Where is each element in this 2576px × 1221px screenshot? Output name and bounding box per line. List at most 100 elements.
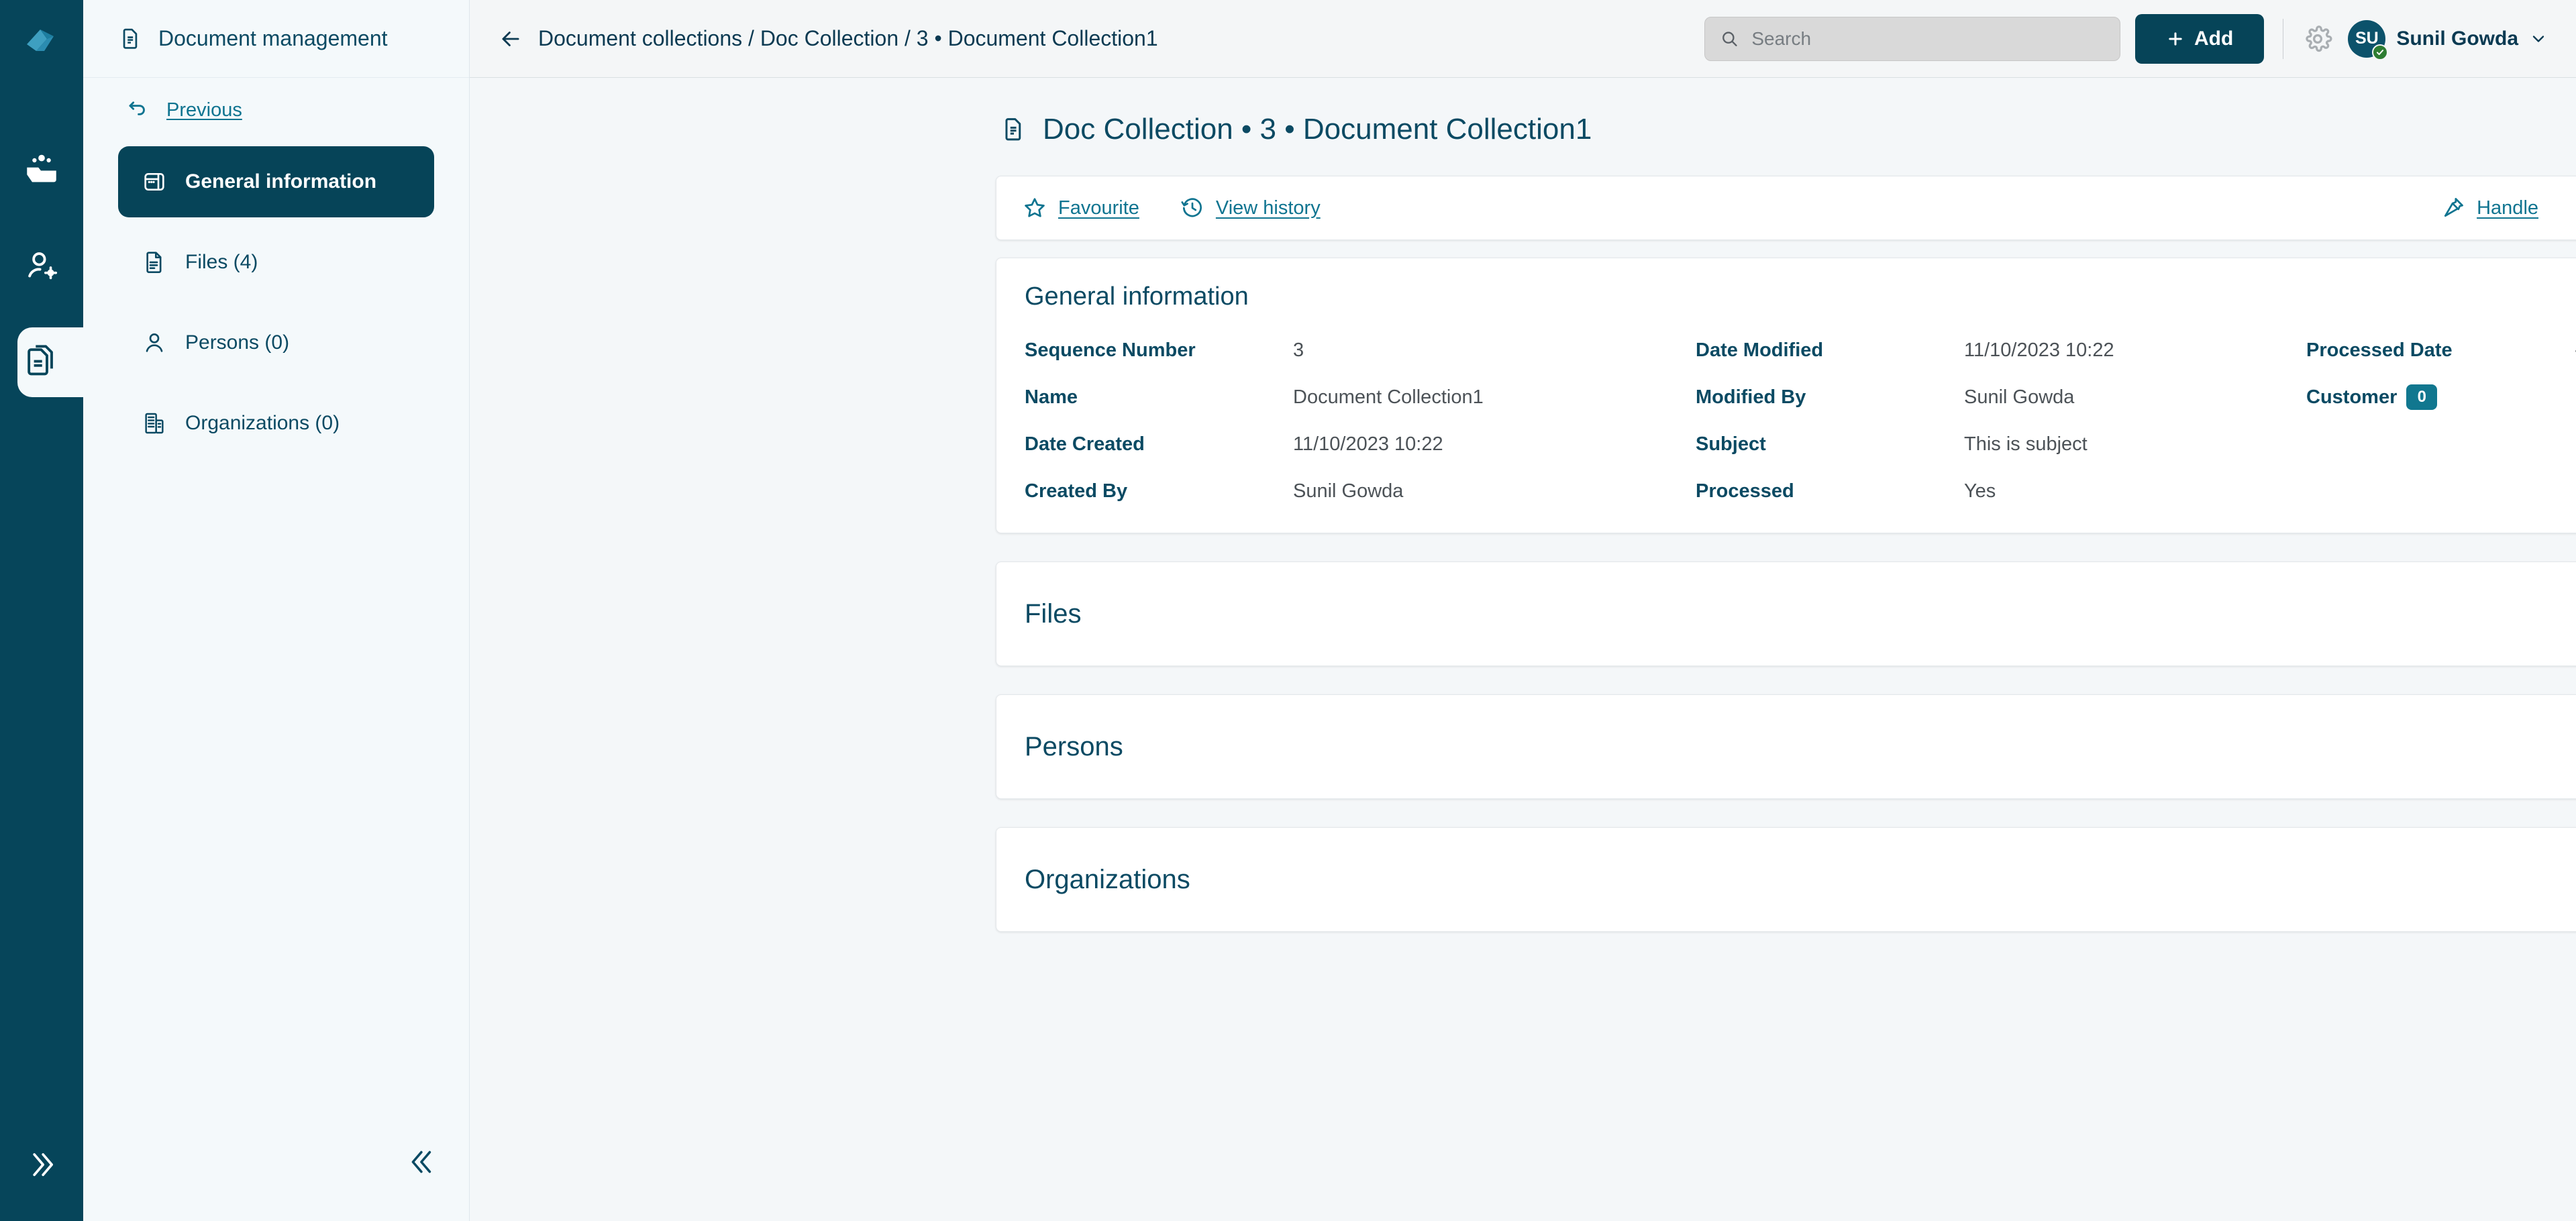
- info-row: Date Modified 11/10/2023 10:22: [1696, 335, 2306, 365]
- handle-button[interactable]: Handle: [2440, 195, 2538, 221]
- back-arrow-icon: [129, 101, 145, 115]
- sidebar-nav-list: General information Files (4) Persons (0…: [83, 142, 469, 459]
- general-info-icon: [144, 173, 164, 191]
- app-root: Document management Previous General inf…: [0, 0, 2576, 1221]
- sidebar-header: Document management: [83, 0, 469, 78]
- info-column-2: Date Modified 11/10/2023 10:22 Modified …: [1696, 335, 2306, 506]
- rail-item-list: [0, 134, 97, 397]
- general-information-header: General information Edit: [1025, 282, 2576, 311]
- sidebar-item-label: General information: [185, 170, 377, 193]
- favourite-label: Favourite: [1058, 197, 1139, 219]
- people-folder-icon: [27, 154, 56, 182]
- add-button[interactable]: Add: [2135, 13, 2265, 64]
- add-button-label: Add: [2194, 27, 2234, 50]
- customer-count-badge: 0: [2406, 384, 2438, 410]
- online-status-icon: [2372, 44, 2389, 60]
- general-information-body: Sequence Number 3 Name Document Collecti…: [1025, 335, 2576, 506]
- user-name: Sunil Gowda: [2396, 27, 2518, 50]
- person-icon: [146, 333, 163, 352]
- content-area: Doc Collection • 3 • Document Collection…: [470, 78, 2576, 1221]
- info-label: Subject: [1696, 433, 1766, 455]
- files-section[interactable]: Files Add file 4: [996, 562, 2576, 666]
- breadcrumb-text: Document collections / Doc Collection / …: [538, 26, 1158, 50]
- avatar: SU: [2348, 19, 2389, 60]
- page-title-row: Doc Collection • 3 • Document Collection…: [470, 78, 2576, 146]
- sidebar-header-title: Document management: [158, 26, 388, 50]
- info-label: Customer: [2306, 386, 2398, 408]
- handle-label: Handle: [2477, 197, 2539, 219]
- cloud-logo-icon: [27, 30, 54, 51]
- rail-item-user-settings[interactable]: [0, 231, 83, 301]
- info-row: Subject This is subject: [1696, 429, 2306, 459]
- sidebar-item-label: Files (4): [185, 251, 258, 273]
- persons-section-title: Persons: [1025, 731, 1123, 761]
- info-value: 11/10/2023 10:22: [1964, 339, 2114, 361]
- info-column-3: Processed Date - Customer 0: [2306, 335, 2576, 506]
- user-menu[interactable]: SU Sunil Gowda: [2348, 19, 2548, 60]
- info-label: Modified By: [1696, 386, 1806, 408]
- general-information-card: General information Edit Sequence Number…: [996, 258, 2576, 533]
- app-logo[interactable]: [0, 0, 83, 81]
- settings-button[interactable]: [2302, 23, 2333, 54]
- star-icon: [1025, 198, 1045, 217]
- chevrons-right-icon: [33, 1153, 54, 1177]
- view-history-button[interactable]: View history: [1180, 195, 1321, 221]
- sidebar-item-label: Organizations (0): [185, 412, 340, 434]
- sidebar-item-organizations[interactable]: Organizations (0): [118, 388, 434, 459]
- sidebar-collapse-button[interactable]: [406, 1145, 440, 1182]
- info-value: Sunil Gowda: [1964, 386, 2075, 408]
- sidebar-item-files[interactable]: Files (4): [118, 227, 434, 298]
- search-icon: [1722, 31, 1737, 46]
- view-history-label: View history: [1215, 197, 1321, 219]
- info-row: Processed Date -: [2306, 335, 2576, 365]
- info-value: This is subject: [1964, 433, 2088, 455]
- rail-expand-button[interactable]: [0, 1147, 83, 1182]
- document-icon: [1005, 118, 1021, 141]
- info-row: Sequence Number 3: [1025, 335, 1696, 365]
- info-value: Sunil Gowda: [1293, 480, 1404, 502]
- info-value: 3: [1293, 339, 1304, 361]
- sidebar-item-label: Persons (0): [185, 331, 290, 354]
- rail-item-groups[interactable]: [0, 134, 83, 204]
- persons-section[interactable]: Persons Add persons 0: [996, 694, 2576, 799]
- breadcrumb[interactable]: Document collections / Doc Collection / …: [498, 26, 1158, 52]
- info-label: Processed Date: [2306, 339, 2453, 361]
- organization-icon: [145, 413, 164, 434]
- document-icon: [123, 28, 138, 49]
- main-area: Document collections / Doc Collection / …: [470, 0, 2576, 1221]
- plus-icon: [2169, 32, 2182, 46]
- rail-item-documents[interactable]: [0, 327, 97, 397]
- sidebar-item-persons[interactable]: Persons (0): [118, 307, 434, 378]
- info-value: Yes: [1964, 480, 1996, 502]
- info-label: Name: [1025, 386, 1078, 408]
- sidebar: Document management Previous General inf…: [83, 0, 470, 1221]
- favourite-button[interactable]: Favourite: [1022, 195, 1139, 221]
- info-row: Modified By Sunil Gowda: [1696, 382, 2306, 412]
- sidebar-previous-label: Previous: [166, 99, 242, 121]
- info-row: Created By Sunil Gowda: [1025, 476, 1696, 506]
- page-title: Doc Collection • 3 • Document Collection…: [1043, 113, 1592, 146]
- info-label: Date Modified: [1696, 339, 1824, 361]
- info-value: Document Collection1: [1293, 386, 1484, 408]
- info-row: Processed Yes: [1696, 476, 2306, 506]
- search-input[interactable]: [1751, 28, 2105, 50]
- sidebar-previous-link[interactable]: Previous: [83, 78, 469, 142]
- chevron-down-icon: [2532, 35, 2544, 42]
- info-row: Date Created 11/10/2023 10:22: [1025, 429, 1696, 459]
- chevrons-left-icon: [411, 1151, 431, 1173]
- topbar: Document collections / Doc Collection / …: [470, 0, 2576, 78]
- files-section-title: Files: [1025, 598, 1082, 629]
- search-box[interactable]: [1704, 16, 2120, 61]
- sidebar-item-general-information[interactable]: General information: [118, 146, 434, 217]
- pin-icon: [2444, 198, 2464, 217]
- organizations-section-title: Organizations: [1025, 864, 1190, 894]
- info-row: Customer 0: [2306, 382, 2576, 412]
- organizations-section[interactable]: Organizations Add organizations 0: [996, 827, 2576, 932]
- info-label: Processed: [1696, 480, 1794, 502]
- info-row: Name Document Collection1: [1025, 382, 1696, 412]
- info-value: 11/10/2023 10:22: [1293, 433, 1443, 455]
- general-information-title: General information: [1025, 282, 1249, 311]
- documents-icon: [28, 345, 53, 376]
- file-icon: [146, 252, 162, 273]
- action-toolbar: Favourite View history Handle: [996, 176, 2576, 240]
